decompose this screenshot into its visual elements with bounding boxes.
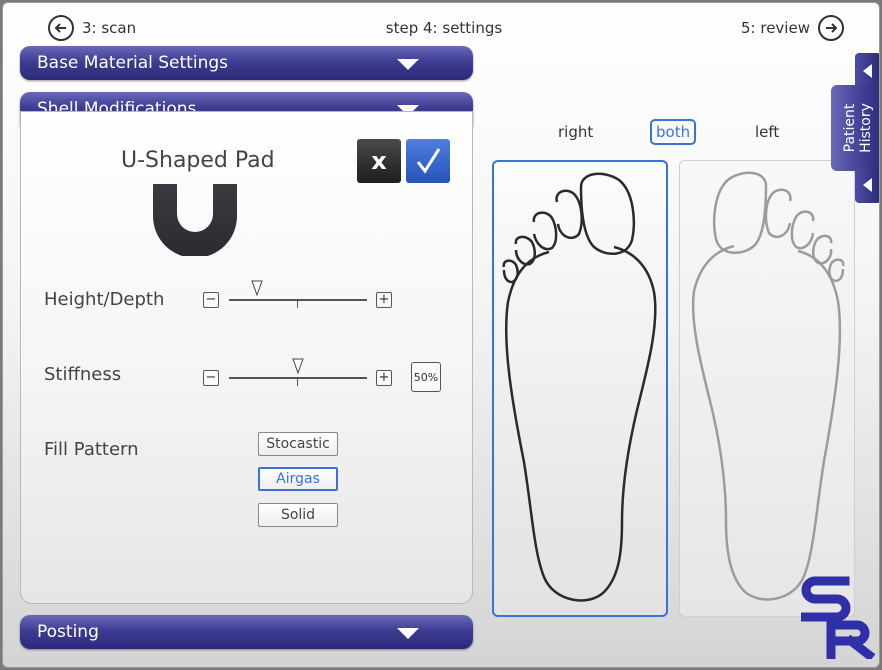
app-window: 3: scan step 4: settings 5: review Base … bbox=[2, 2, 880, 668]
slider-tick bbox=[297, 300, 298, 308]
chevron-left-icon bbox=[863, 178, 872, 192]
slider-tick bbox=[297, 378, 298, 386]
right-foot-view[interactable] bbox=[492, 160, 668, 617]
slider-track bbox=[229, 299, 367, 301]
height-depth-slider[interactable]: − + bbox=[203, 280, 395, 322]
patient-history-label: Patient History bbox=[833, 85, 879, 171]
left-foot-view[interactable] bbox=[679, 160, 855, 617]
fill-pattern-label: Fill Pattern bbox=[44, 439, 139, 460]
foot-select-both[interactable]: both bbox=[650, 119, 697, 145]
arrow-right-circle-icon[interactable] bbox=[817, 15, 844, 41]
foot-select-left[interactable]: left bbox=[755, 123, 779, 141]
nav-next-label[interactable]: 5: review bbox=[741, 19, 810, 37]
sr-logo bbox=[801, 576, 876, 659]
patient-history-tab[interactable]: Patient History bbox=[831, 85, 879, 171]
slider-thumb[interactable] bbox=[250, 280, 263, 296]
shell-panel: U-Shaped Pad x Height/Depth − + Stiffnes… bbox=[20, 111, 473, 604]
height-plus-button[interactable]: + bbox=[376, 292, 392, 308]
section-posting-label: Posting bbox=[37, 622, 99, 642]
check-icon bbox=[416, 148, 441, 174]
history-prev-button[interactable] bbox=[855, 53, 879, 89]
stiffness-plus-button[interactable]: + bbox=[376, 370, 392, 386]
stiffness-label: Stiffness bbox=[44, 364, 122, 385]
section-base-material-label: Base Material Settings bbox=[37, 53, 228, 73]
fill-option-stocastic[interactable]: Stocastic bbox=[258, 432, 338, 456]
left-foot-icon bbox=[691, 171, 845, 601]
height-depth-label: Height/Depth bbox=[44, 289, 165, 310]
height-minus-button[interactable]: − bbox=[203, 292, 219, 308]
slider-thumb[interactable] bbox=[292, 358, 304, 374]
chevron-down-icon[interactable] bbox=[397, 628, 419, 639]
patient-history-line2: History bbox=[858, 103, 874, 153]
confirm-button[interactable] bbox=[406, 139, 450, 183]
u-shaped-pad-icon bbox=[153, 184, 237, 256]
fill-option-airgas[interactable]: Airgas bbox=[258, 467, 338, 491]
stiffness-percent-button[interactable]: 50% bbox=[411, 362, 441, 392]
right-foot-icon bbox=[502, 172, 657, 602]
pad-title: U-Shaped Pad bbox=[121, 148, 275, 173]
patient-history-line1: Patient bbox=[842, 103, 858, 153]
section-base-material[interactable]: Base Material Settings bbox=[20, 46, 473, 80]
fill-option-solid[interactable]: Solid bbox=[258, 503, 338, 527]
section-posting[interactable]: Posting bbox=[20, 615, 473, 649]
stiffness-slider[interactable]: − + bbox=[203, 358, 395, 400]
nav-next[interactable]: 5: review bbox=[741, 15, 844, 41]
slider-track bbox=[229, 377, 367, 379]
cancel-button[interactable]: x bbox=[357, 139, 401, 183]
chevron-left-icon bbox=[863, 64, 872, 78]
foot-select-right[interactable]: right bbox=[558, 123, 593, 141]
history-next-button[interactable] bbox=[855, 167, 879, 203]
stiffness-minus-button[interactable]: − bbox=[203, 370, 219, 386]
chevron-down-icon[interactable] bbox=[397, 59, 419, 70]
